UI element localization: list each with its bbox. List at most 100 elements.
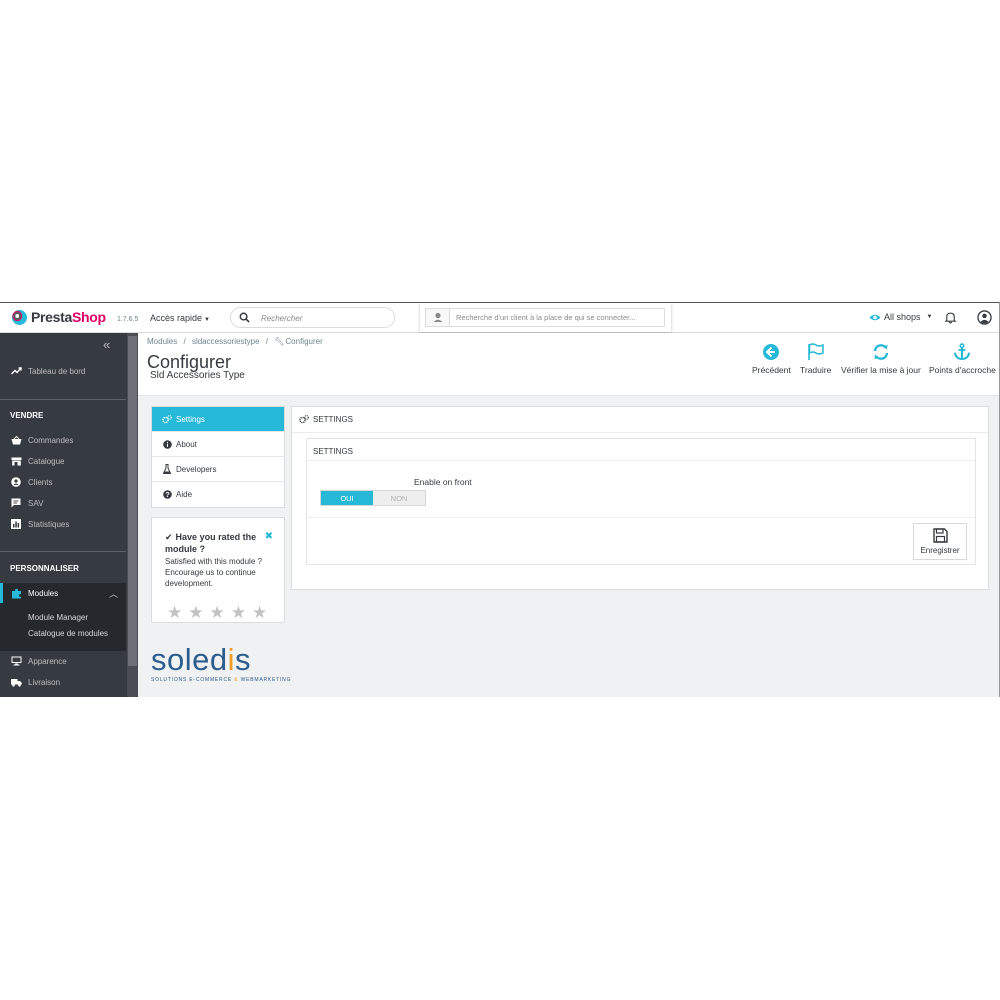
brand-name-accent: Shop — [72, 309, 106, 325]
puzzle-icon — [10, 588, 22, 598]
breadcrumb-module[interactable]: sldaccessoriestype — [192, 337, 260, 346]
tab-about[interactable]: About — [152, 432, 284, 457]
sidebar-subitem-module-catalog[interactable]: Catalogue de modules — [0, 626, 126, 642]
module-tabs: Settings About Developers ? Aide — [151, 406, 285, 508]
soledis-wordmark: soledis — [151, 642, 251, 677]
sidebar-divider — [0, 551, 126, 552]
sidebar-item-customers[interactable]: Clients — [0, 472, 126, 492]
tab-label: About — [176, 439, 197, 449]
shop-selector-label: All shops — [884, 312, 921, 322]
modules-submenu: Module Manager Catalogue de modules — [0, 603, 126, 651]
switch-option-yes[interactable]: OUI — [321, 491, 373, 505]
breadcrumb-separator: / — [265, 337, 269, 346]
flask-icon — [162, 464, 172, 474]
translate-button[interactable]: Traduire — [800, 343, 831, 375]
sidebar-item-orders[interactable]: Commandes — [0, 430, 126, 450]
rating-title: ✔ Have you rated the module ? — [165, 532, 257, 554]
breadcrumb: Modules / sldaccessoriestype / 🔧︎Configu… — [147, 337, 327, 346]
sidebar-item-label: Tableau de bord — [28, 366, 86, 376]
enable-on-front-switch[interactable]: OUI NON — [320, 490, 426, 506]
back-label: Précédent — [752, 365, 791, 375]
customer-search-input[interactable]: Recherche d'un client à la place de qui … — [425, 308, 665, 327]
save-button[interactable]: Enregistrer — [913, 523, 967, 560]
soledis-tagline: SOLUTIONS E-COMMERCE & WEBMARKETING — [151, 677, 292, 683]
breadcrumb-separator: / — [183, 337, 186, 346]
enable-on-front-label: Enable on front — [414, 477, 472, 487]
quick-access-dropdown[interactable]: Accès rapide ▼ — [150, 313, 210, 323]
star-icon[interactable]: ★ — [231, 604, 246, 621]
prestashop-logo-icon — [12, 309, 27, 325]
quick-access-label: Accès rapide — [150, 313, 203, 323]
trending-up-icon — [10, 366, 22, 376]
prestashop-logo[interactable]: PrestaShop — [12, 309, 106, 325]
star-icon[interactable]: ★ — [188, 604, 203, 621]
customer-search-popover: Recherche d'un client à la place de qui … — [420, 303, 671, 332]
sidebar-item-label: SAV — [28, 498, 44, 508]
customer-search-placeholder: Recherche d'un client à la place de qui … — [456, 313, 636, 322]
search-icon — [239, 312, 250, 323]
tab-developers[interactable]: Developers — [152, 457, 284, 482]
panel-title: SETTINGS — [313, 415, 354, 424]
user-icon — [426, 309, 450, 326]
collapse-sidebar-icon[interactable]: « — [103, 337, 110, 352]
sidebar-item-label: Clients — [28, 477, 53, 487]
sidebar-item-catalog[interactable]: Catalogue — [0, 451, 126, 471]
hooks-label: Points d'accroche — [929, 365, 996, 375]
search-placeholder: Rechercher — [261, 314, 303, 323]
sidebar-item-label: Apparence — [28, 656, 67, 666]
eye-icon — [869, 314, 881, 320]
back-button[interactable]: Précédent — [752, 343, 791, 375]
refresh-icon — [873, 344, 889, 360]
basket-icon — [10, 435, 22, 445]
sidebar-item-label: Livraison — [28, 677, 61, 687]
cogs-icon — [162, 414, 172, 424]
shop-selector[interactable]: All shops ▼ — [869, 312, 932, 322]
close-icon[interactable]: ✖ — [265, 531, 273, 542]
sidebar-item-label: Statistiques — [28, 519, 70, 529]
tab-label: Aide — [176, 490, 193, 499]
check-update-button[interactable]: Vérifier la mise à jour — [841, 343, 921, 375]
star-icon[interactable]: ★ — [252, 604, 267, 621]
check-update-label: Vérifier la mise à jour — [841, 365, 921, 375]
tab-help[interactable]: ? Aide — [152, 482, 284, 507]
switch-option-no[interactable]: NON — [373, 491, 425, 505]
soledis-logo: soledis SOLUTIONS E-COMMERCE & WEBMARKET… — [151, 642, 292, 683]
top-bar: PrestaShop 1.7.6.5 Accès rapide ▼ Recherc… — [0, 303, 999, 333]
account-icon[interactable] — [977, 310, 992, 325]
sidebar-item-dashboard[interactable]: Tableau de bord — [0, 361, 126, 381]
search-box[interactable]: Rechercher — [230, 307, 395, 328]
form-footer-divider — [307, 517, 975, 518]
hooks-button[interactable]: Points d'accroche — [929, 343, 996, 375]
sidebar-scrollbar[interactable] — [127, 333, 138, 697]
svg-text:?: ? — [165, 492, 169, 499]
rating-stars: ★ ★ ★ ★ ★ — [167, 604, 267, 621]
sidebar-section-sell: VENDRE — [10, 411, 44, 420]
cogs-icon — [299, 415, 309, 424]
brand-name: Presta — [31, 309, 73, 325]
sidebar-item-shipping[interactable]: Livraison — [0, 672, 126, 692]
scrollbar-thumb[interactable] — [128, 336, 137, 666]
tab-settings[interactable]: Settings — [152, 407, 284, 432]
settings-form: SETTINGS Enable on front OUI NON Enregis… — [306, 438, 976, 565]
sidebar-item-sav[interactable]: SAV — [0, 493, 126, 513]
breadcrumb-current: Configurer — [285, 337, 323, 346]
question-icon: ? — [162, 490, 172, 500]
star-icon[interactable]: ★ — [167, 604, 182, 621]
bell-icon[interactable] — [944, 311, 957, 324]
sidebar-item-label: Modules — [28, 588, 59, 598]
chat-icon — [10, 498, 22, 508]
page-subtitle: Sld Accessories Type — [150, 370, 245, 381]
sidebar-section-customize: PERSONNALISER — [10, 564, 79, 573]
chevron-up-icon: ︿ — [108, 589, 118, 599]
sidebar-item-statistics[interactable]: Statistiques — [0, 514, 126, 534]
sidebar-divider — [0, 399, 126, 400]
sidebar-item-modules[interactable]: Modules ︿ — [0, 583, 126, 603]
form-divider — [307, 460, 975, 461]
rating-text: Satisfied with this module ? Encourage u… — [165, 557, 262, 588]
sidebar-item-appearance[interactable]: Apparence — [0, 651, 126, 671]
info-icon — [162, 439, 172, 449]
breadcrumb-modules[interactable]: Modules — [147, 337, 177, 346]
star-icon[interactable]: ★ — [210, 604, 225, 621]
sidebar-subitem-module-manager[interactable]: Module Manager — [0, 610, 126, 626]
sidebar: « Tableau de bord VENDRE Commandes Catal… — [0, 333, 138, 697]
